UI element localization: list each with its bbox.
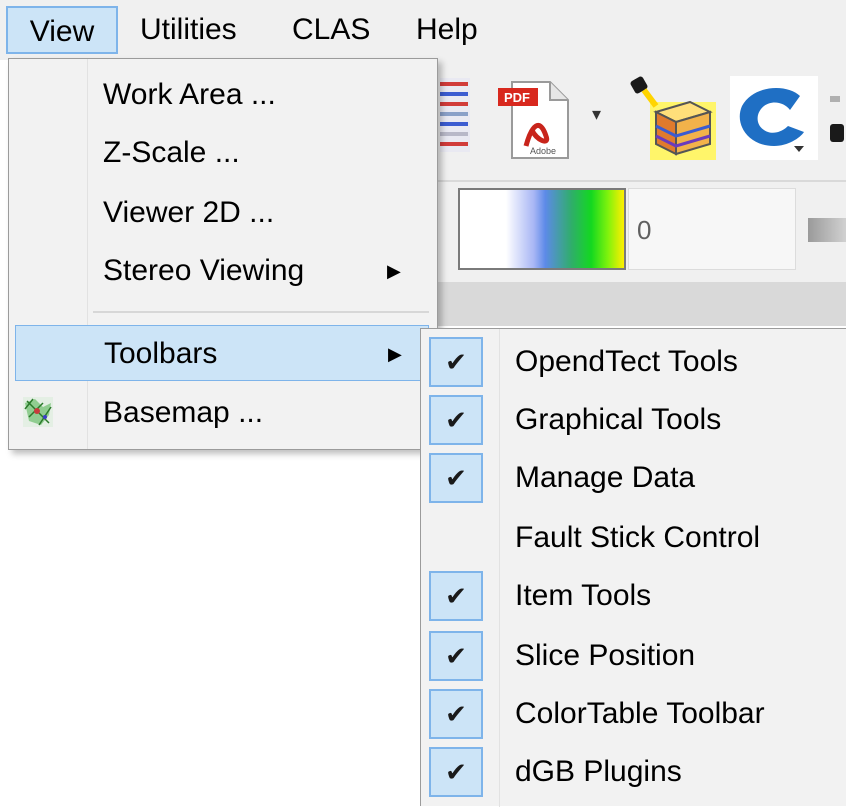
check-icon: ✔ [429,453,483,503]
toolbar-bottom-band [430,282,846,326]
toolbar-toggle-fault-stick-control[interactable]: Fault Stick Control [421,509,846,567]
toolbar-toggle-slice-position[interactable]: ✔ Slice Position [421,627,846,685]
menu-item-z-scale[interactable]: Z-Scale ... [9,125,437,181]
basemap-icon [23,397,53,427]
svg-text:Adobe: Adobe [530,146,556,156]
toolbar-toggle-opendtect-tools[interactable]: ✔ OpendTect Tools [421,333,846,391]
menu-clas[interactable]: CLAS [292,6,370,54]
toolbar-partial-icon[interactable] [830,92,846,148]
toolbar-toggle-label: OpendTect Tools [515,345,738,378]
menu-view[interactable]: View [6,6,118,54]
svg-text:PDF: PDF [504,90,530,105]
menu-item-viewer-2d[interactable]: Viewer 2D ... [9,185,437,241]
menu-item-basemap[interactable]: Basemap ... [9,385,437,441]
submenu-arrow-icon: ▶ [388,344,402,364]
colortable-min-field[interactable]: 0 [628,188,796,270]
dropdown-arrow-icon[interactable]: ▾ [592,104,601,125]
menu-bar: View Utilities CLAS Help [0,0,846,60]
toolbar-toggle-label: dGB Plugins [515,755,682,788]
check-icon: ✔ [429,571,483,621]
menu-help[interactable]: Help [416,6,478,54]
menu-item-label: Stereo Viewing [103,254,305,287]
menu-utilities[interactable]: Utilities [140,6,237,54]
toolbar-toggle-dgb-plugins[interactable]: ✔ dGB Plugins [421,743,846,801]
toolbar-toggle-label: Item Tools [515,579,652,612]
menu-item-stereo-viewing[interactable]: Stereo Viewing ▶ [9,243,437,299]
toolbar-toggle-label: Manage Data [515,461,696,494]
menu-separator [93,311,429,313]
check-icon: ✔ [429,689,483,739]
view-menu: Work Area ... Z-Scale ... Viewer 2D ... … [8,58,438,450]
table-icon[interactable] [440,76,472,156]
color-table-swatch[interactable] [458,188,626,270]
check-icon: ✔ [429,747,483,797]
menu-item-label: Work Area ... [103,78,276,111]
toolbar-toggle-graphical-tools[interactable]: ✔ Graphical Tools [421,391,846,449]
menu-item-label: Z-Scale ... [103,136,240,169]
menu-item-work-area[interactable]: Work Area ... [9,67,437,123]
toolbar-toggle-item-tools[interactable]: ✔ Item Tools [421,567,846,625]
menu-item-toolbars[interactable]: Toolbars ▶ [15,325,429,381]
seismic-volume-icon[interactable] [626,72,718,162]
toolbars-submenu: ✔ OpendTect Tools ✔ Graphical Tools ✔ Ma… [420,328,846,807]
menu-item-label: Basemap ... [103,396,264,429]
pdf-icon[interactable]: PDF Adobe [496,74,576,162]
submenu-arrow-icon: ▶ [387,261,401,281]
toolbar-toggle-label: ColorTable Toolbar [515,697,765,730]
check-icon: ✔ [429,337,483,387]
toolbar-toggle-label: Fault Stick Control [515,521,761,554]
menu-item-label: Toolbars [104,337,218,370]
check-icon: ✔ [429,631,483,681]
c-logo-icon[interactable] [730,76,820,162]
colortable-slider[interactable] [808,218,846,242]
toolbar-toggle-manage-data[interactable]: ✔ Manage Data [421,449,846,507]
toolbar-toggle-label: Graphical Tools [515,403,722,436]
check-icon: ✔ [429,395,483,445]
toolbar-toggle-colortable-toolbar[interactable]: ✔ ColorTable Toolbar [421,685,846,743]
toolbar-toggle-label: Slice Position [515,639,696,672]
menu-item-label: Viewer 2D ... [103,196,275,229]
